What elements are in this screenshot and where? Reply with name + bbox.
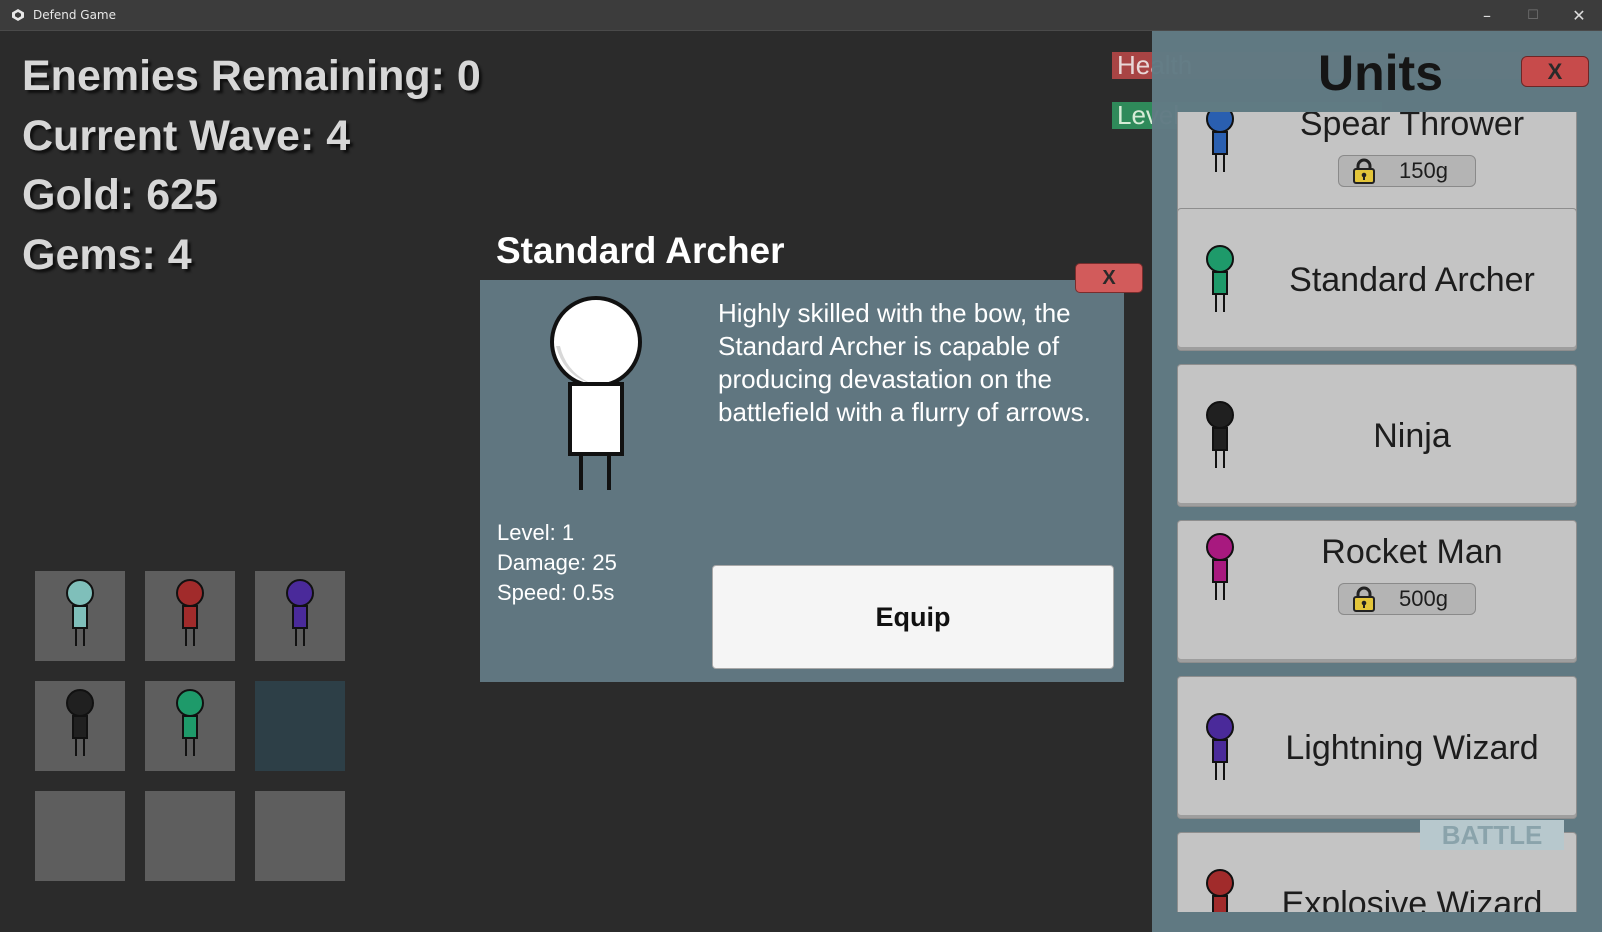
unit-figure-icon (280, 577, 320, 662)
unit-figure-icon (1200, 867, 1240, 912)
unit-card-name: Lightning Wizard (1285, 729, 1539, 767)
unit-price-text: 500g (1399, 586, 1448, 611)
lock-icon (1351, 158, 1377, 184)
unit-price-badge: 150g (1338, 155, 1476, 187)
unit-damage-text: Damage: 25 (497, 550, 617, 575)
title-bar: Defend Game – ☐ ✕ (0, 0, 1602, 31)
unit-card[interactable]: Rocket Man 500g (1177, 520, 1577, 663)
unit-card-name: Rocket Man (1321, 533, 1503, 571)
unit-figure-icon (1200, 399, 1240, 479)
unit-portrait (546, 294, 646, 494)
unit-card[interactable]: Lightning Wizard (1177, 676, 1577, 819)
unit-list[interactable]: Spear Thrower 150g Standard Archer Ninja Roc… (1152, 112, 1602, 912)
unit-figure-icon (1200, 243, 1240, 323)
inventory-grid (35, 571, 353, 889)
maximize-button[interactable]: ☐ (1510, 0, 1556, 31)
gems-text: Gems: 4 (22, 230, 192, 279)
unit-card-name: Standard Archer (1289, 261, 1535, 299)
detail-close-button[interactable]: X (1075, 263, 1143, 293)
lock-icon (1351, 586, 1377, 612)
equip-button[interactable]: Equip (712, 565, 1114, 669)
inventory-slot[interactable] (35, 791, 125, 881)
unit-price-badge: 500g (1338, 583, 1476, 615)
inventory-slot[interactable] (255, 571, 345, 661)
unit-card[interactable]: Standard Archer (1177, 208, 1577, 351)
inventory-slot[interactable] (145, 681, 235, 771)
unit-figure-icon (60, 687, 100, 772)
enemies-remaining-text: Enemies Remaining: 0 (22, 52, 481, 100)
inventory-slot[interactable] (255, 791, 345, 881)
unit-description: Highly skilled with the bow, the Standar… (718, 298, 1091, 427)
unit-figure-icon (170, 577, 210, 662)
unit-stats: Level: 1 Damage: 25 Speed: 0.5s (497, 518, 617, 608)
unit-detail-title: Standard Archer (496, 230, 785, 271)
unity-logo-icon (12, 8, 26, 22)
unit-figure-icon (1200, 112, 1240, 183)
inventory-slot[interactable] (35, 571, 125, 661)
minimize-button[interactable]: – (1464, 0, 1510, 31)
inventory-slot[interactable] (255, 681, 345, 771)
unit-card-name: Ninja (1373, 417, 1451, 455)
unit-figure-icon (1200, 531, 1240, 611)
units-panel-title: Units (1318, 45, 1443, 101)
current-wave-text: Current Wave: 4 (22, 111, 351, 160)
window-title: Defend Game (33, 8, 116, 22)
unit-card[interactable]: Ninja (1177, 364, 1577, 507)
unit-level-text: Level: 1 (497, 520, 575, 545)
unit-speed-text: Speed: 0.5s (497, 580, 615, 605)
close-window-button[interactable]: ✕ (1556, 0, 1602, 31)
unit-figure-icon (170, 687, 210, 772)
unit-detail-panel: Highly skilled with the bow, the Standar… (480, 280, 1124, 682)
inventory-slot[interactable] (35, 681, 125, 771)
inventory-slot[interactable] (145, 791, 235, 881)
unit-figure-icon (60, 577, 100, 662)
hud-stats: Enemies Remaining: 0 Current Wave: 4 Gol… (22, 52, 481, 290)
inventory-slot[interactable] (145, 571, 235, 661)
unit-price-text: 150g (1399, 158, 1448, 183)
unit-card-name: Spear Thrower (1299, 112, 1525, 143)
battle-button-ghost: BATTLE (1420, 820, 1564, 850)
unit-figure-icon (1200, 711, 1240, 791)
game-window: Defend Game – ☐ ✕ Enemies Remaining: 0 C… (0, 0, 1602, 932)
unit-card-name: Explosive Wizard (1281, 885, 1543, 912)
units-panel-close-button[interactable]: X (1521, 56, 1589, 87)
gold-text: Gold: 625 (22, 171, 218, 219)
